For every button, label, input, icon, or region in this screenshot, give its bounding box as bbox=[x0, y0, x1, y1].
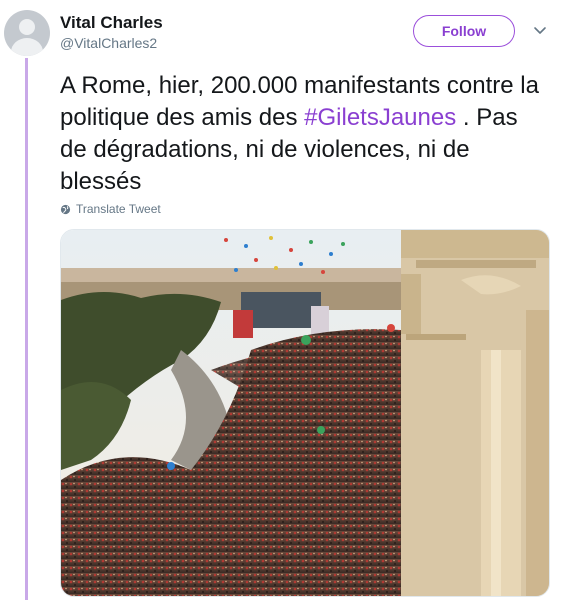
tweet-photo[interactable] bbox=[60, 229, 550, 597]
hashtag-link[interactable]: #GiletsJaunes bbox=[304, 104, 456, 131]
avatar-shoulders bbox=[11, 38, 43, 56]
crowd-photo bbox=[61, 230, 549, 596]
globe-icon bbox=[60, 204, 71, 214]
translate-tweet-link[interactable]: Translate Tweet bbox=[60, 202, 161, 216]
avatar[interactable] bbox=[4, 10, 50, 56]
chevron-down-icon[interactable] bbox=[533, 26, 547, 36]
translate-label: Translate Tweet bbox=[76, 202, 161, 216]
follow-button[interactable]: Follow bbox=[413, 15, 515, 47]
avatar-head bbox=[19, 19, 35, 35]
display-name[interactable]: Vital Charles bbox=[60, 13, 163, 33]
thread-line bbox=[25, 58, 28, 600]
user-handle[interactable]: @VitalCharles2 bbox=[60, 35, 157, 51]
tweet-text: A Rome, hier, 200.000 manifestants contr… bbox=[60, 70, 550, 198]
